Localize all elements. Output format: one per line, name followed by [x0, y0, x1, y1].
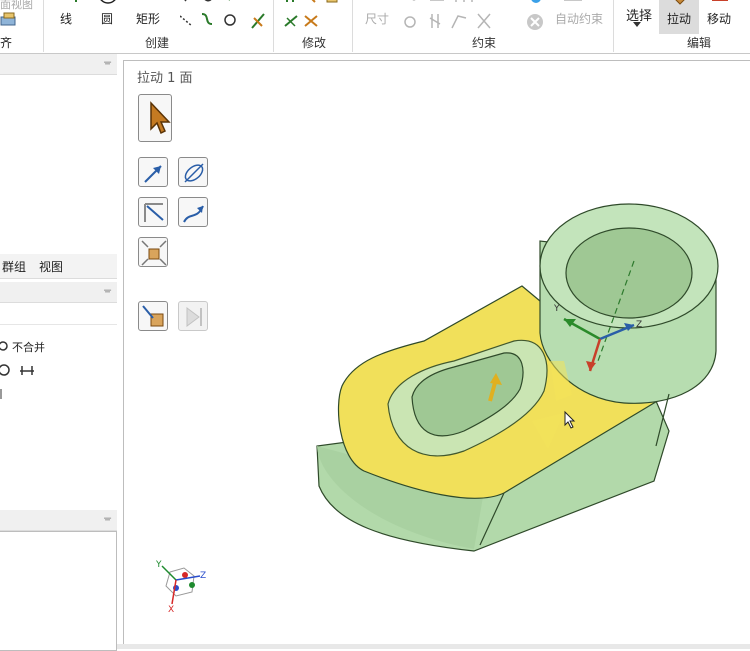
3d-viewport[interactable]: 拉动 1 面 Y Z Y Z X [123, 60, 750, 645]
tab-views[interactable]: 视图 [39, 258, 63, 275]
merge-option-icon [0, 341, 8, 351]
sketch-tools-icons[interactable] [180, 0, 240, 30]
option-tool-icons[interactable] [0, 362, 40, 378]
3d-model-canvas[interactable]: Y Z [124, 61, 750, 645]
tab-groups[interactable]: 群组 [2, 258, 26, 275]
orientation-cube[interactable]: Y Z X [152, 558, 212, 614]
pull-button[interactable]: 拉动 [667, 10, 691, 27]
constraint-info-icon [531, 0, 541, 3]
auto-constraint-button[interactable]: 自动约束 [555, 10, 603, 27]
pull-icon[interactable] [670, 0, 690, 6]
move-icon[interactable] [710, 0, 730, 6]
ribbon-separator [613, 0, 614, 52]
ribbon-separator [43, 0, 44, 52]
no-merge-option[interactable]: 不合并 [12, 339, 45, 355]
orientation-label-y: Y [155, 560, 162, 570]
edit-group-label: 编辑 [687, 36, 712, 50]
circle-tool-icon[interactable] [97, 0, 119, 6]
modify-group-label: 修改 [302, 36, 327, 50]
option-indicator [0, 389, 2, 399]
rectangle-button[interactable]: 矩形 [136, 10, 160, 27]
status-strip [117, 644, 750, 649]
move-button[interactable]: 移动 [707, 10, 731, 27]
align-group-label: 齐 [0, 36, 13, 50]
pin-icon[interactable]: ᚚ [104, 285, 111, 296]
trim-tool-icon[interactable] [250, 12, 266, 30]
left-panel: ᚚ 群组 视图 ᚚ 不合并 ᚚ [0, 54, 117, 651]
dimension-button[interactable]: 尺寸 [365, 10, 389, 27]
triad-label-z: Z [636, 320, 642, 330]
options-divider [0, 304, 117, 325]
ribbon-separator [273, 0, 274, 52]
clear-constraint-icon[interactable] [526, 13, 544, 31]
constrain-group-label: 约束 [472, 36, 497, 50]
orientation-label-x: X [168, 605, 174, 614]
pin-icon[interactable]: ᚚ [104, 513, 111, 524]
pin-icon[interactable]: ᚚ [104, 57, 111, 68]
ribbon-separator [352, 0, 353, 52]
line-button[interactable]: 线 [60, 10, 72, 27]
orientation-label-z: Z [200, 571, 206, 581]
structure-panel-header: ᚚ [0, 54, 117, 75]
auto-constraint-icon[interactable] [562, 0, 586, 6]
ribbon-toolbar: 面视图 齐 线 圆 矩形 创建 修改 尺寸 自动约束 约束 选择 拉动 移动 编… [0, 0, 750, 54]
align-icon[interactable] [0, 11, 18, 29]
modify-tools-icons[interactable] [283, 0, 343, 30]
properties-panel-header: ᚚ [0, 510, 117, 531]
options-panel-header: ᚚ [0, 282, 117, 303]
panel-tab-strip: 群组 视图 [0, 254, 117, 279]
create-group-label: 创建 [145, 36, 170, 50]
line-tool-icon[interactable] [74, 0, 84, 4]
select-dropdown-chevron-icon[interactable] [633, 22, 641, 28]
boss-hole[interactable] [565, 227, 693, 319]
triad-label-y: Y [553, 304, 560, 314]
properties-box [0, 531, 117, 651]
circle-button[interactable]: 圆 [101, 10, 113, 27]
